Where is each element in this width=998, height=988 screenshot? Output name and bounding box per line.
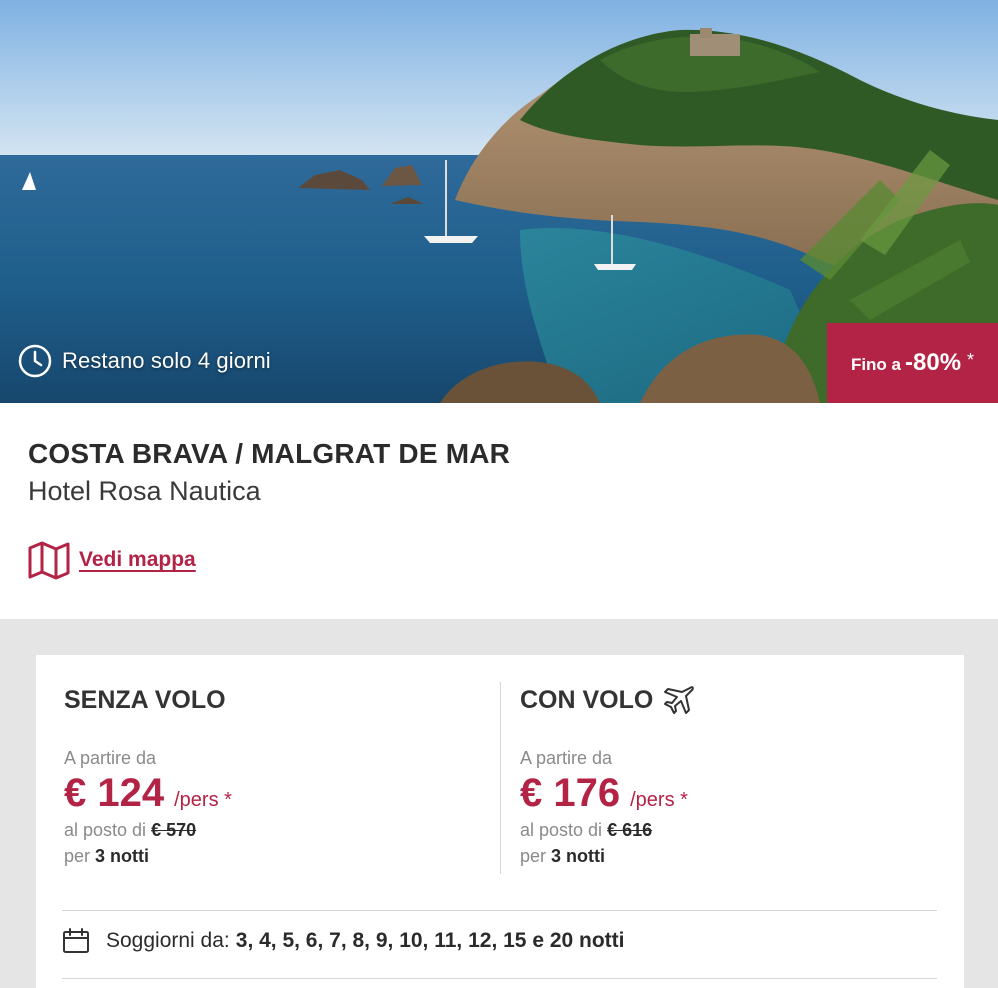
offer-location: COSTA BRAVA / MALGRAT DE MAR: [28, 438, 511, 469]
nights-info: per 3 notti: [520, 846, 695, 867]
price-value: € 124: [64, 771, 165, 815]
original-price: al posto di € 570: [64, 820, 232, 841]
airplane-icon: [664, 686, 695, 714]
price-value: € 176: [520, 771, 621, 815]
nights-value: 3 notti: [551, 846, 606, 866]
discount-value: -80%: [905, 349, 962, 376]
discount-asterisk: *: [967, 349, 975, 370]
original-price: al posto di € 616: [520, 820, 695, 841]
hotel-name: Hotel Rosa Nautica: [28, 476, 261, 506]
offer-header: COSTA BRAVA / MALGRAT DE MAR Hotel Rosa …: [28, 438, 510, 507]
from-label: A partire da: [520, 748, 613, 768]
price-row: € 176 /pers *: [520, 771, 695, 816]
nights-info: per 3 notti: [64, 846, 232, 867]
pricing-card: SENZA VOLO A partire da € 124 /pers * al…: [36, 655, 964, 988]
price-option-without-flight[interactable]: SENZA VOLO A partire da € 124 /pers * al…: [64, 680, 232, 867]
price-option-with-flight[interactable]: CON VOLO A partire da € 176 /pers * al p…: [520, 680, 695, 867]
per-person-label: /pers *: [630, 789, 688, 811]
stays-label: Soggiorni da:: [106, 929, 230, 952]
stays-values: 3, 4, 5, 6, 7, 8, 9, 10, 11, 12, 15 e 20…: [235, 929, 625, 952]
divider: [62, 910, 937, 911]
was-price: € 616: [607, 820, 653, 840]
view-map-link[interactable]: Vedi mappa: [27, 540, 196, 580]
option-title: SENZA VOLO: [64, 680, 232, 720]
divider: [62, 978, 937, 979]
option-title-text: CON VOLO: [520, 685, 654, 714]
option-title-text: SENZA VOLO: [64, 685, 226, 714]
stay-durations: Soggiorni da: 3, 4, 5, 6, 7, 8, 9, 10, 1…: [62, 927, 625, 955]
nights-prefix: per: [64, 846, 91, 866]
option-title: CON VOLO: [520, 680, 695, 720]
discount-badge: Fino a -80% *: [827, 323, 998, 403]
was-label: al posto di: [520, 820, 603, 840]
was-label: al posto di: [64, 820, 147, 840]
nights-prefix: per: [520, 846, 547, 866]
from-label: A partire da: [64, 748, 157, 768]
countdown-text: Restano solo 4 giorni: [62, 348, 271, 373]
view-map-label[interactable]: Vedi mappa: [79, 548, 196, 572]
countdown-badge: Restano solo 4 giorni: [18, 344, 271, 378]
per-person-label: /pers *: [174, 789, 232, 811]
nights-value: 3 notti: [95, 846, 150, 866]
was-price: € 570: [151, 820, 197, 840]
map-icon: [28, 541, 70, 580]
calendar-icon: [63, 928, 89, 953]
clock-icon: [18, 344, 52, 378]
price-row: € 124 /pers *: [64, 771, 232, 816]
column-divider: [500, 682, 501, 874]
discount-prefix: Fino a: [850, 354, 901, 374]
hero-image[interactable]: Restano solo 4 giorni Fino a -80% *: [0, 0, 998, 403]
